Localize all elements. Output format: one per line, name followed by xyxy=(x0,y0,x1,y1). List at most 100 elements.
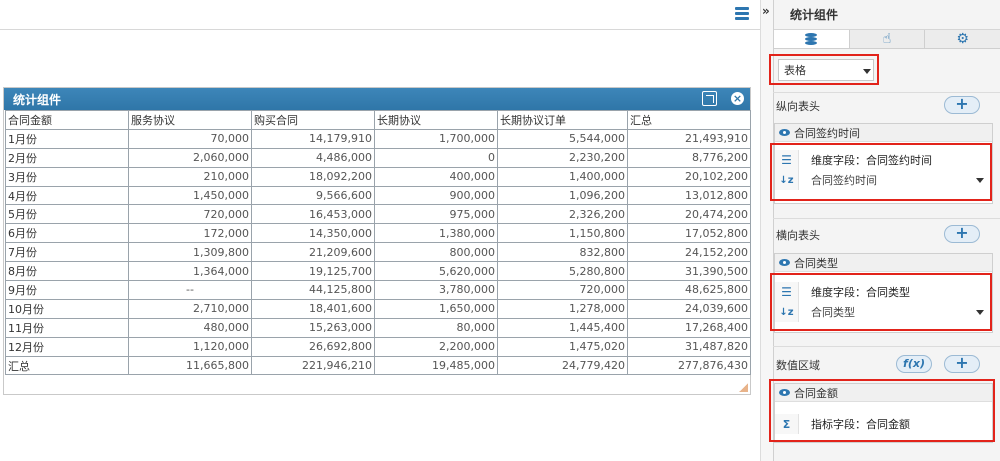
collapse-icon[interactable]: » xyxy=(762,4,770,18)
row-label-cell: 11月份 xyxy=(5,317,129,338)
row-label-cell: 9月份 xyxy=(5,280,129,300)
table-cell: 24,039,600 xyxy=(627,298,751,319)
divider xyxy=(773,218,1000,219)
stat-widget[interactable]: 统计组件 × 合同金额 服务协议 购买合同 长期协议 长期协议订单 汇总 1月份… xyxy=(3,87,751,395)
row-label-cell: 7月份 xyxy=(5,242,129,263)
sort-row[interactable]: ↓z 合同类型 xyxy=(775,302,992,322)
table-cell: 16,453,000 xyxy=(251,204,375,225)
sigma-icon: Σ xyxy=(775,414,799,434)
horizontal-header-group: 合同类型 ☰ 维度字段：合同类型 ↓z 合同类型 xyxy=(774,253,993,333)
field-group-header[interactable]: 合同签约时间 xyxy=(775,124,992,142)
indicator-text: 指标字段：合同金额 xyxy=(811,418,910,431)
table-cell: 24,152,200 xyxy=(627,242,751,263)
row-label-cell: 10月份 xyxy=(5,298,129,319)
table-cell: 1,096,200 xyxy=(497,185,628,206)
field-group-header[interactable]: 合同类型 xyxy=(775,254,992,272)
formula-button[interactable]: f(x) xyxy=(896,355,932,373)
field-group-header[interactable]: 合同金额 xyxy=(775,384,992,402)
add-horizontal-header-button[interactable]: + xyxy=(944,225,980,243)
row-label-cell: 2月份 xyxy=(5,147,129,168)
column-header: 长期协议 xyxy=(374,110,498,130)
sort-select[interactable]: 合同类型 xyxy=(799,304,855,320)
add-vertical-header-button[interactable]: + xyxy=(944,96,980,114)
table-cell: 1,120,000 xyxy=(128,336,252,357)
dimension-text: 维度字段：合同类型 xyxy=(811,286,910,299)
vertical-header-group: 合同签约时间 ☰ 维度字段：合同签约时间 ↓z 合同签约时间 xyxy=(774,123,993,204)
table-cell: 221,946,210 xyxy=(251,355,375,376)
chevron-down-icon[interactable] xyxy=(976,178,984,183)
table-cell: 2,326,200 xyxy=(497,204,628,225)
hamburger-icon[interactable] xyxy=(735,7,749,20)
table-cell: 70,000 xyxy=(128,128,252,149)
table-cell: 1,475,020 xyxy=(497,336,628,357)
table-cell: 21,209,600 xyxy=(251,242,375,263)
table-row: 2月份 2,060,000 4,486,000 0 2,230,200 8,776,200 xyxy=(5,147,751,168)
list-icon: ☰ xyxy=(775,150,799,170)
widget-header: 统计组件 × xyxy=(4,88,750,110)
table-row: 12月份 1,120,000 26,692,800 2,200,000 1,475,02… xyxy=(5,336,751,357)
top-toolbar xyxy=(0,0,760,30)
table-cell: 18,401,600 xyxy=(251,298,375,319)
data-table: 合同金额 服务协议 购买合同 长期协议 长期协议订单 汇总 1月份 70,000 1… xyxy=(5,110,751,376)
tab-settings[interactable]: ⚙ xyxy=(925,30,1000,48)
add-value-button[interactable]: + xyxy=(944,355,980,373)
eye-icon[interactable] xyxy=(779,129,790,136)
table-row: 9月份 -- 44,125,800 3,780,000 720,000 48,625,80… xyxy=(5,280,751,300)
table-cell: 11,665,800 xyxy=(128,355,252,376)
table-cell: 4,486,000 xyxy=(251,147,375,168)
table-cell: 900,000 xyxy=(374,185,498,206)
table-cell: 44,125,800 xyxy=(251,280,375,300)
row-label-cell: 4月份 xyxy=(5,185,129,206)
panel-tabs: ☝ ⚙ xyxy=(774,30,1000,49)
table-cell: 3,780,000 xyxy=(374,280,498,300)
table-cell: 80,000 xyxy=(374,317,498,338)
table-cell: 2,710,000 xyxy=(128,298,252,319)
table-cell: 800,000 xyxy=(374,242,498,263)
row-label-cell: 1月份 xyxy=(5,128,129,149)
table-cell: 720,000 xyxy=(128,204,252,225)
table-cell: 20,474,200 xyxy=(627,204,751,225)
table-cell: 14,179,910 xyxy=(251,128,375,149)
resize-handle[interactable] xyxy=(739,383,748,392)
panel-collapse-strip[interactable]: » xyxy=(760,0,773,461)
sort-row[interactable]: ↓z 合同签约时间 xyxy=(775,170,992,190)
table-row: 汇总 11,665,800 221,946,210 19,485,000 24,779,… xyxy=(5,355,751,376)
dimension-row[interactable]: ☰ 维度字段：合同签约时间 xyxy=(775,150,992,170)
table-row: 8月份 1,364,000 19,125,700 5,620,000 5,280,800… xyxy=(5,261,751,282)
table-cell: 1,150,800 xyxy=(497,223,628,244)
indicator-row[interactable]: Σ 指标字段：合同金额 xyxy=(775,414,992,434)
eye-icon[interactable] xyxy=(779,259,790,266)
table-cell: 1,380,000 xyxy=(374,223,498,244)
export-icon[interactable] xyxy=(702,91,717,106)
table-cell: 1,400,000 xyxy=(497,166,628,187)
table-cell: 17,268,400 xyxy=(627,317,751,338)
database-icon xyxy=(805,32,818,46)
widget-title: 统计组件 xyxy=(13,92,62,107)
sort-icon: ↓z xyxy=(775,302,799,322)
close-icon[interactable]: × xyxy=(731,92,744,105)
chevron-down-icon[interactable] xyxy=(976,310,984,315)
eye-icon[interactable] xyxy=(779,389,790,396)
table-cell: 19,125,700 xyxy=(251,261,375,282)
field-name: 合同类型 xyxy=(794,256,838,270)
divider xyxy=(773,346,1000,347)
vertical-header-label: 纵向表头 xyxy=(776,100,820,113)
table-cell: 21,493,910 xyxy=(627,128,751,149)
table-cell: 1,309,800 xyxy=(128,242,252,263)
value-area-label: 数值区域 xyxy=(776,359,820,372)
table-cell: 17,052,800 xyxy=(627,223,751,244)
tab-data[interactable] xyxy=(774,30,850,48)
dimension-row[interactable]: ☰ 维度字段：合同类型 xyxy=(775,282,992,302)
table-cell: 277,876,430 xyxy=(627,355,751,376)
row-label-cell: 汇总 xyxy=(5,355,129,376)
component-type-select[interactable]: 表格 xyxy=(778,59,874,81)
table-cell: 1,364,000 xyxy=(128,261,252,282)
hand-pointer-icon: ☝ xyxy=(882,31,892,47)
table-cell: 1,278,000 xyxy=(497,298,628,319)
tab-interaction[interactable]: ☝ xyxy=(849,30,926,48)
table-cell: 8,776,200 xyxy=(627,147,751,168)
panel-title: 统计组件 xyxy=(774,0,1000,30)
sort-select[interactable]: 合同签约时间 xyxy=(799,172,877,188)
table-row: 1月份 70,000 14,179,910 1,700,000 5,544,000 21,… xyxy=(5,128,751,149)
table-cell: 720,000 xyxy=(497,280,628,300)
